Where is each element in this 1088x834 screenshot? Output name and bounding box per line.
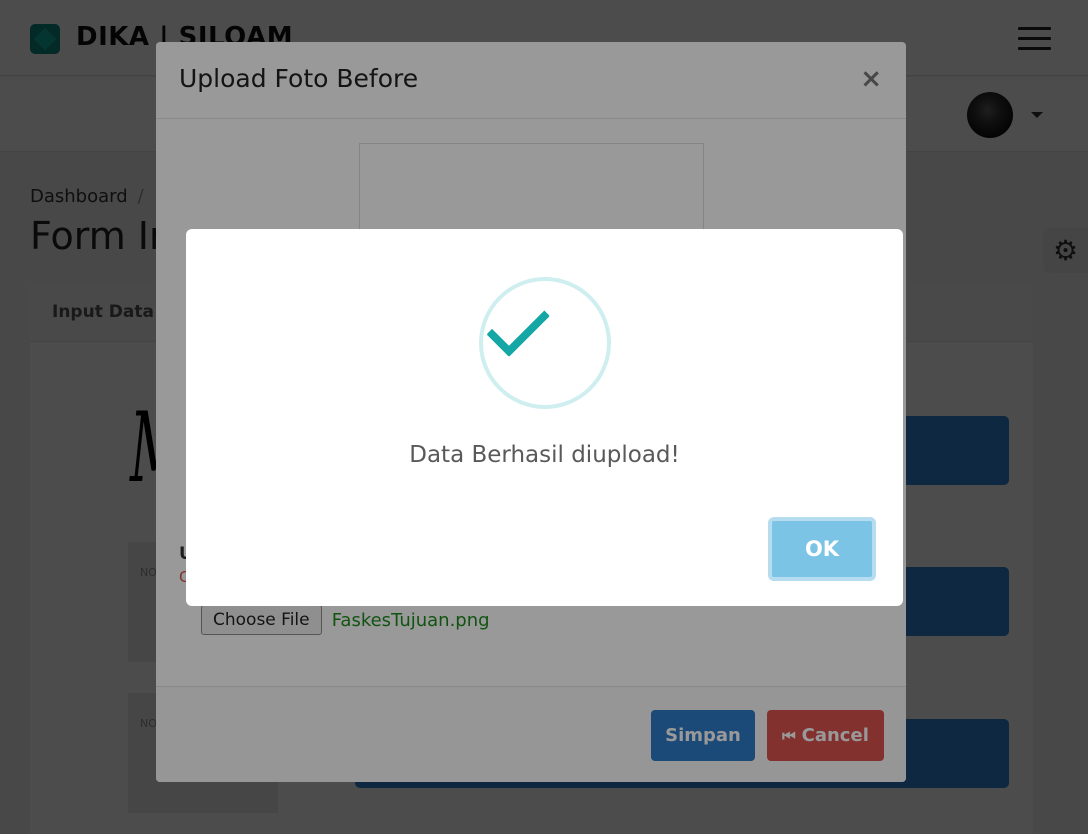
alert-message: Data Berhasil diupload! bbox=[409, 442, 680, 468]
success-check-icon bbox=[479, 277, 611, 409]
success-alert: Data Berhasil diupload! OK bbox=[186, 229, 903, 606]
checkmark-icon bbox=[486, 293, 551, 357]
ok-button[interactable]: OK bbox=[768, 517, 876, 581]
